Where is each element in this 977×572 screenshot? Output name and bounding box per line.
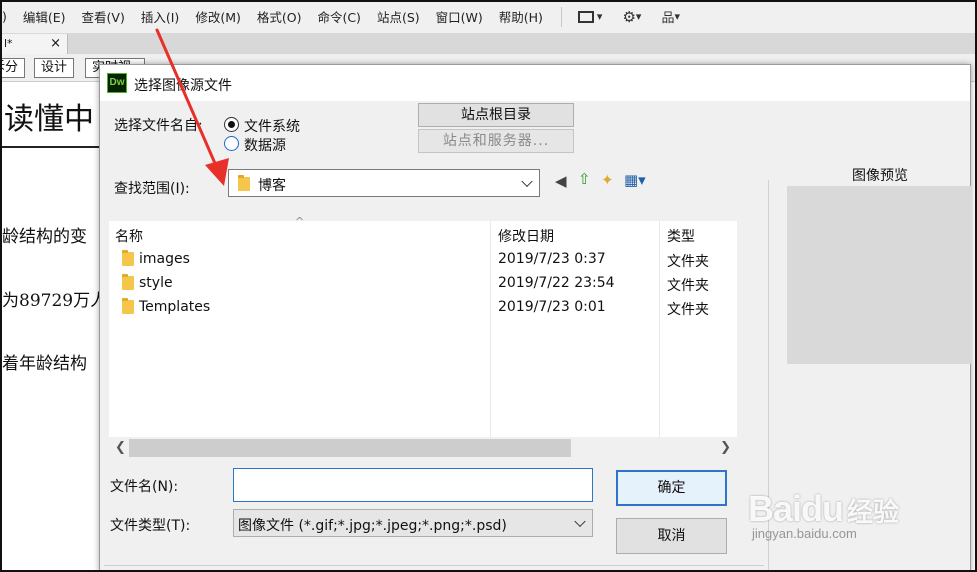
dialog-bottom-divider — [104, 565, 764, 566]
filetype-label: 文件类型(T): — [110, 518, 191, 534]
file-row[interactable]: Templates 2019/7/23 0:01 文件夹 — [109, 295, 737, 319]
select-from-label: 选择文件名自: — [114, 118, 203, 134]
settings-button[interactable]: ⚙ ▾ — [612, 8, 651, 26]
sitemap-button[interactable]: 品 ▾ — [651, 7, 690, 26]
document-tab[interactable]: l* × — [0, 34, 68, 54]
ok-button[interactable]: 确定 — [616, 470, 727, 506]
column-type[interactable]: 类型 — [667, 226, 695, 246]
menu-fragment: ) — [2, 9, 7, 24]
document-paragraph: 为89729万人 — [2, 291, 108, 311]
look-in-select[interactable]: 博客 — [228, 169, 540, 197]
file-row[interactable]: images 2019/7/23 0:37 文件夹 — [109, 247, 737, 271]
site-root-button[interactable]: 站点根目录 — [418, 103, 574, 127]
file-name: Templates — [139, 299, 211, 315]
site-server-button[interactable]: 站点和服务器... — [418, 129, 574, 153]
filesystem-radio-label[interactable]: 文件系统 — [244, 116, 300, 136]
baidu-watermark: Baidu 经验 jingyan.baidu.com — [748, 488, 899, 541]
file-type: 文件夹 — [667, 302, 709, 318]
gear-icon: ⚙ — [622, 7, 636, 26]
dialog-titlebar[interactable]: Dw 选择图像源文件 — [100, 65, 970, 101]
horizontal-scrollbar[interactable]: ❮ ❯ — [109, 437, 737, 459]
dreamweaver-logo: Dw — [107, 73, 127, 93]
document-paragraph: 龄结构的变 — [2, 227, 87, 247]
menu-format[interactable]: 格式(O) — [249, 7, 310, 26]
dialog-title: 选择图像源文件 — [134, 78, 232, 94]
filetype-value: 图像文件 (*.gif;*.jpg;*.jpeg;*.png;*.psd) — [238, 518, 507, 534]
menu-separator — [560, 6, 562, 27]
document-paragraph: 着年龄结构 — [2, 354, 87, 374]
folder-icon — [122, 250, 134, 266]
filename-label: 文件名(N): — [110, 479, 179, 495]
scroll-left-icon[interactable]: ❮ — [115, 440, 126, 455]
watermark-cn: 经验 — [847, 498, 900, 528]
preview-label: 图像预览 — [852, 168, 908, 184]
filesystem-radio[interactable] — [224, 117, 239, 132]
menu-insert[interactable]: 插入(I) — [133, 7, 187, 26]
datasource-radio[interactable] — [224, 136, 239, 151]
folder-icon — [122, 298, 134, 314]
menubar: ) 编辑(E) 查看(V) 插入(I) 修改(M) 格式(O) 命令(C) 站点… — [0, 0, 977, 34]
file-type: 文件夹 — [667, 254, 709, 270]
close-icon[interactable]: × — [50, 34, 61, 54]
look-in-label: 查找范围(I): — [114, 181, 190, 197]
look-in-value: 博客 — [258, 178, 286, 194]
document-heading: 读懂中 — [4, 102, 94, 137]
scrollbar-thumb[interactable] — [129, 439, 571, 457]
sort-up-icon: ^ — [295, 215, 305, 228]
cancel-button[interactable]: 取消 — [616, 518, 727, 554]
chevron-down-icon — [574, 515, 586, 528]
file-list-header: ^ 名称 修改日期 类型 — [109, 215, 737, 247]
design-view-button[interactable]: 设计 — [34, 58, 75, 78]
new-folder-icon[interactable]: ✦ — [601, 172, 614, 188]
scroll-right-icon[interactable]: ❯ — [720, 440, 731, 455]
menu-view[interactable]: 查看(V) — [74, 7, 133, 26]
datasource-radio-label[interactable]: 数据源 — [244, 135, 286, 155]
menu-command[interactable]: 命令(C) — [309, 7, 368, 26]
folder-icon — [122, 274, 134, 290]
menu-edit[interactable]: 编辑(E) — [15, 7, 74, 26]
menu-window[interactable]: 窗口(W) — [428, 7, 491, 26]
filetype-select[interactable]: 图像文件 (*.gif;*.jpg;*.jpeg;*.png;*.psd) — [233, 509, 593, 537]
file-modified: 2019/7/22 23:54 — [498, 275, 615, 291]
file-name: style — [139, 275, 173, 291]
split-view-button[interactable]: 拆分 — [0, 58, 26, 78]
file-name: images — [139, 251, 190, 267]
file-row[interactable]: style 2019/7/22 23:54 文件夹 — [109, 271, 737, 295]
layout-switch-button[interactable]: ▾ — [568, 10, 613, 23]
chevron-down-icon — [521, 175, 533, 188]
heading-rule — [0, 146, 100, 148]
file-modified: 2019/7/23 0:37 — [498, 251, 606, 267]
up-folder-icon[interactable]: ⇧ — [578, 171, 591, 187]
file-type: 文件夹 — [667, 278, 709, 294]
menu-site[interactable]: 站点(S) — [369, 7, 428, 26]
menu-help[interactable]: 帮助(H) — [491, 7, 551, 26]
document-tabbar: l* × — [0, 34, 977, 54]
filename-input[interactable] — [233, 468, 593, 502]
file-modified: 2019/7/23 0:01 — [498, 299, 606, 315]
file-list[interactable]: ^ 名称 修改日期 类型 images 2019/7/23 0:37 文件夹 s… — [109, 215, 737, 459]
sitemap-icon: 品 — [661, 11, 675, 26]
document-tab-label: l* — [4, 37, 13, 50]
folder-icon — [238, 175, 250, 191]
back-icon[interactable]: ◀ — [555, 173, 567, 189]
column-name[interactable]: 名称 — [115, 226, 143, 246]
image-preview — [787, 186, 972, 364]
column-modified[interactable]: 修改日期 — [498, 226, 554, 246]
view-menu-icon[interactable]: ▦▾ — [624, 172, 646, 188]
menu-modify[interactable]: 修改(M) — [187, 7, 249, 26]
layout-icon — [577, 10, 594, 23]
watermark-brand: Baidu — [748, 488, 844, 529]
